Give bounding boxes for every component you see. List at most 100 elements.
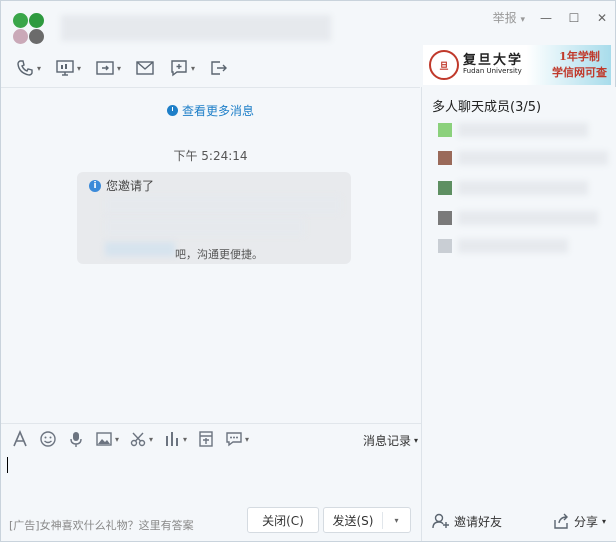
avatar-2 <box>29 13 44 28</box>
send-button[interactable]: 发送(S) <box>324 511 383 529</box>
notice-body-redacted-3 <box>105 242 175 256</box>
red-packet-button[interactable] <box>197 430 215 448</box>
send-button-group: 发送(S) ▾ <box>323 507 411 533</box>
members-title: 多人聊天成员(3/5) <box>432 100 542 115</box>
avatar-4 <box>29 29 44 44</box>
avatar-1 <box>13 13 28 28</box>
member-list-item[interactable] <box>432 209 602 227</box>
fudan-logo-text: 复旦大学 Fudan University <box>463 53 524 76</box>
member-list-item[interactable] <box>432 121 602 139</box>
message-history-button[interactable]: 消息记录 ▾ <box>363 432 418 449</box>
mail-button[interactable] <box>131 56 159 80</box>
member-sidebar: 多人聊天成员(3/5) 邀请好友 分享 ▾ <box>421 87 616 541</box>
add-user-icon <box>432 513 449 529</box>
avatar-3 <box>13 29 28 44</box>
add-app-icon <box>171 60 187 77</box>
notice-body-redacted <box>105 196 341 214</box>
view-more-messages-link[interactable]: 查看更多消息 <box>1 102 420 119</box>
close-button[interactable]: 关闭(C) <box>247 507 319 533</box>
file-transfer-button[interactable]: ▾ <box>91 56 125 80</box>
close-window-button[interactable]: ✕ <box>595 11 609 25</box>
view-more-label: 查看更多消息 <box>181 104 254 118</box>
member-name-redacted <box>458 151 608 165</box>
emoji-icon <box>40 431 56 447</box>
minimize-button[interactable]: — <box>539 11 553 25</box>
send-options-dropdown[interactable]: ▾ <box>383 516 410 525</box>
member-name-redacted <box>458 181 588 195</box>
microphone-icon <box>70 432 82 447</box>
caret-icon: ▾ <box>37 63 42 73</box>
group-avatar[interactable] <box>11 11 47 47</box>
text-cursor <box>7 457 8 473</box>
invite-friends-button[interactable]: 邀请好友 <box>432 512 502 530</box>
system-notice-bubble: i 您邀请了 吧，沟通更便捷。 <box>77 172 351 264</box>
share-caret: ▾ <box>601 516 606 526</box>
phone-icon <box>17 60 33 76</box>
avatar <box>438 211 452 225</box>
message-timestamp: 下午 5:24:14 <box>173 149 248 163</box>
caret-icon: ▾ <box>183 434 188 444</box>
font-button[interactable] <box>11 430 29 448</box>
bar-chart-icon <box>166 432 179 446</box>
voice-message-button[interactable] <box>67 430 85 448</box>
file-transfer-icon <box>96 61 114 75</box>
share-button[interactable]: 分享 ▾ <box>552 512 606 530</box>
avatar <box>438 239 452 253</box>
notice-body-redacted-2 <box>105 218 305 236</box>
university-name-cn: 复旦大学 <box>463 53 524 68</box>
report-label: 举报 <box>492 11 517 25</box>
promo-text: 1年学制 学信网可查 <box>552 49 607 81</box>
chat-window: 举报 ▾ — ☐ ✕ ▾ ▾ ▾ ▾ 旦 复旦大学 Fudan Universi… <box>0 0 616 542</box>
more-tools-button[interactable]: ▾ <box>225 430 249 448</box>
share-icon <box>554 513 568 529</box>
image-icon <box>96 432 112 446</box>
screen-share-icon <box>56 60 74 76</box>
promo-line-2: 学信网可查 <box>552 66 607 79</box>
member-list-item[interactable] <box>432 179 602 197</box>
avatar <box>438 123 452 137</box>
exit-group-button[interactable] <box>205 56 233 80</box>
emoji-button[interactable] <box>39 430 57 448</box>
clock-icon <box>166 105 178 116</box>
share-label: 分享 <box>573 514 598 529</box>
scissors-icon <box>130 432 146 447</box>
history-label: 消息记录 <box>362 434 411 448</box>
ad-banner[interactable]: 旦 复旦大学 Fudan University 1年学制 学信网可查 <box>423 45 611 85</box>
caret-icon: ▾ <box>149 434 154 444</box>
caret-icon: ▾ <box>191 63 196 73</box>
title-bar: 举报 ▾ — ☐ ✕ <box>1 1 615 51</box>
member-name-redacted <box>458 211 598 225</box>
text-ad-link[interactable]: [广告]女神喜欢什么礼物？这里有答案 <box>9 517 194 533</box>
member-name-redacted <box>458 239 568 253</box>
avatar <box>438 181 452 195</box>
fudan-emblem: 旦 <box>429 50 459 80</box>
chat-toolbar: ▾ ▾ ▾ ▾ <box>1 53 431 83</box>
member-list-item[interactable] <box>432 237 602 255</box>
history-caret: ▾ <box>413 436 418 445</box>
invite-label: 邀请好友 <box>454 514 503 529</box>
notice-head-text: 您邀请了 <box>106 179 155 193</box>
group-name-redacted <box>61 15 331 41</box>
add-app-button[interactable]: ▾ <box>165 56 199 80</box>
font-icon <box>13 430 27 447</box>
report-button[interactable]: 举报 ▾ <box>493 9 525 26</box>
red-packet-icon <box>199 431 213 447</box>
screenshot-button[interactable]: ▾ <box>129 430 153 448</box>
caret-icon: ▾ <box>77 63 82 73</box>
sidebar-footer: 邀请好友 分享 ▾ <box>422 503 616 539</box>
screen-share-button[interactable]: ▾ <box>51 56 85 80</box>
image-button[interactable]: ▾ <box>95 430 119 448</box>
member-name-redacted <box>458 123 588 137</box>
report-caret: ▾ <box>520 15 525 25</box>
mail-icon <box>136 61 154 75</box>
voice-call-button[interactable]: ▾ <box>11 56 45 80</box>
exit-group-icon <box>211 61 228 75</box>
window-controls: 举报 ▾ — ☐ ✕ <box>493 9 609 26</box>
caret-icon: ▾ <box>115 434 120 444</box>
notice-header: i 您邀请了 <box>89 177 154 194</box>
member-list-item[interactable] <box>432 149 608 167</box>
maximize-button[interactable]: ☐ <box>567 11 581 25</box>
poll-button[interactable]: ▾ <box>163 430 187 448</box>
avatar <box>438 151 452 165</box>
message-input[interactable] <box>1 453 420 501</box>
